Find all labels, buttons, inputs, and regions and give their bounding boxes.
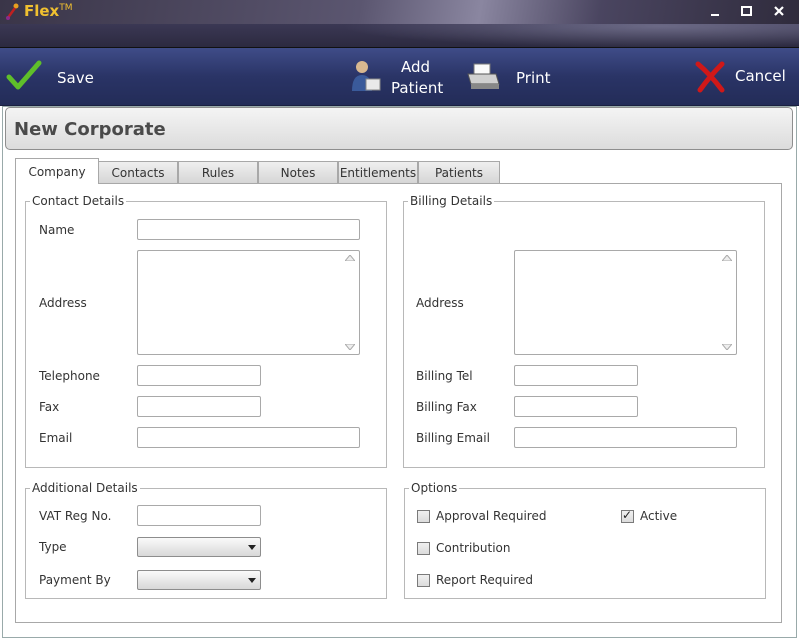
address-textarea[interactable] bbox=[137, 250, 360, 355]
chevron-down-icon bbox=[248, 545, 256, 550]
report-required-checkbox[interactable] bbox=[417, 574, 430, 587]
billing-address-label: Address bbox=[416, 296, 464, 310]
title-band bbox=[0, 24, 799, 48]
add-patient-icon bbox=[352, 61, 381, 91]
billing-fax-field[interactable] bbox=[514, 396, 638, 417]
contact-details-legend: Contact Details bbox=[30, 194, 127, 208]
add-patient-label-line2: Patient bbox=[391, 79, 444, 97]
app-title: FlexTM bbox=[24, 2, 73, 20]
type-label: Type bbox=[39, 540, 67, 554]
scroll-down-icon[interactable] bbox=[722, 344, 732, 350]
close-button[interactable] bbox=[772, 4, 786, 18]
billing-email-field[interactable] bbox=[514, 427, 737, 448]
tab-company[interactable]: Company bbox=[15, 158, 99, 184]
add-patient-label-line1: Add bbox=[401, 58, 431, 76]
chevron-down-icon bbox=[248, 578, 256, 583]
minimize-icon bbox=[711, 14, 719, 16]
type-select[interactable] bbox=[137, 537, 261, 557]
minimize-button[interactable] bbox=[708, 4, 722, 18]
approval-required-checkbox[interactable] bbox=[417, 510, 430, 523]
billing-fax-label: Billing Fax bbox=[416, 400, 477, 414]
telephone-field[interactable] bbox=[137, 365, 261, 386]
tab-rules[interactable]: Rules bbox=[178, 161, 258, 183]
email-field[interactable] bbox=[137, 427, 360, 448]
payment-by-select[interactable] bbox=[137, 570, 261, 590]
payment-by-label: Payment By bbox=[39, 573, 111, 587]
active-label: Active bbox=[640, 509, 678, 523]
billing-tel-label: Billing Tel bbox=[416, 369, 473, 383]
contribution-label: Contribution bbox=[436, 541, 511, 555]
tab-contacts[interactable]: Contacts bbox=[98, 161, 178, 183]
tab-patients[interactable]: Patients bbox=[418, 161, 500, 183]
tab-entitlements[interactable]: Entitlements bbox=[338, 161, 418, 183]
page-header: New Corporate bbox=[5, 107, 793, 150]
maximize-icon bbox=[741, 6, 752, 16]
tab-notes[interactable]: Notes bbox=[258, 161, 338, 183]
billing-tel-field[interactable] bbox=[514, 365, 638, 386]
cancel-x-icon bbox=[695, 61, 725, 93]
address-label: Address bbox=[39, 296, 87, 310]
checkmark-icon bbox=[6, 60, 42, 90]
close-icon bbox=[774, 6, 784, 16]
name-field[interactable] bbox=[137, 219, 360, 240]
title-bar: FlexTM bbox=[0, 0, 799, 24]
billing-details-legend: Billing Details bbox=[408, 194, 495, 208]
save-button[interactable]: Save bbox=[6, 58, 96, 96]
contribution-checkbox[interactable] bbox=[417, 542, 430, 555]
email-label: Email bbox=[39, 431, 73, 445]
vat-reg-field[interactable] bbox=[137, 505, 261, 526]
options-legend: Options bbox=[409, 481, 460, 495]
maximize-button[interactable] bbox=[739, 4, 753, 18]
print-button[interactable]: Print bbox=[466, 60, 556, 94]
fax-label: Fax bbox=[39, 400, 60, 414]
page-title: New Corporate bbox=[14, 119, 166, 140]
toolbar: Save Add Patient Print Cancel bbox=[0, 48, 799, 106]
add-patient-button[interactable]: Add Patient bbox=[346, 54, 446, 100]
scroll-down-icon[interactable] bbox=[345, 344, 355, 350]
active-checkbox[interactable] bbox=[621, 508, 634, 523]
cancel-button[interactable]: Cancel bbox=[694, 58, 790, 96]
print-label: Print bbox=[516, 69, 551, 87]
approval-required-label: Approval Required bbox=[436, 509, 547, 523]
name-label: Name bbox=[39, 223, 75, 237]
cancel-label: Cancel bbox=[735, 67, 786, 85]
printer-icon bbox=[467, 63, 500, 89]
save-label: Save bbox=[57, 69, 94, 87]
billing-address-textarea[interactable] bbox=[514, 250, 737, 355]
app-logo-icon bbox=[5, 3, 19, 20]
fax-field[interactable] bbox=[137, 396, 261, 417]
telephone-label: Telephone bbox=[39, 369, 100, 383]
billing-email-label: Billing Email bbox=[416, 431, 490, 445]
scroll-up-icon[interactable] bbox=[345, 255, 355, 261]
additional-details-legend: Additional Details bbox=[30, 481, 140, 495]
scroll-up-icon[interactable] bbox=[722, 255, 732, 261]
vat-reg-label: VAT Reg No. bbox=[39, 509, 112, 523]
report-required-label: Report Required bbox=[436, 573, 534, 587]
